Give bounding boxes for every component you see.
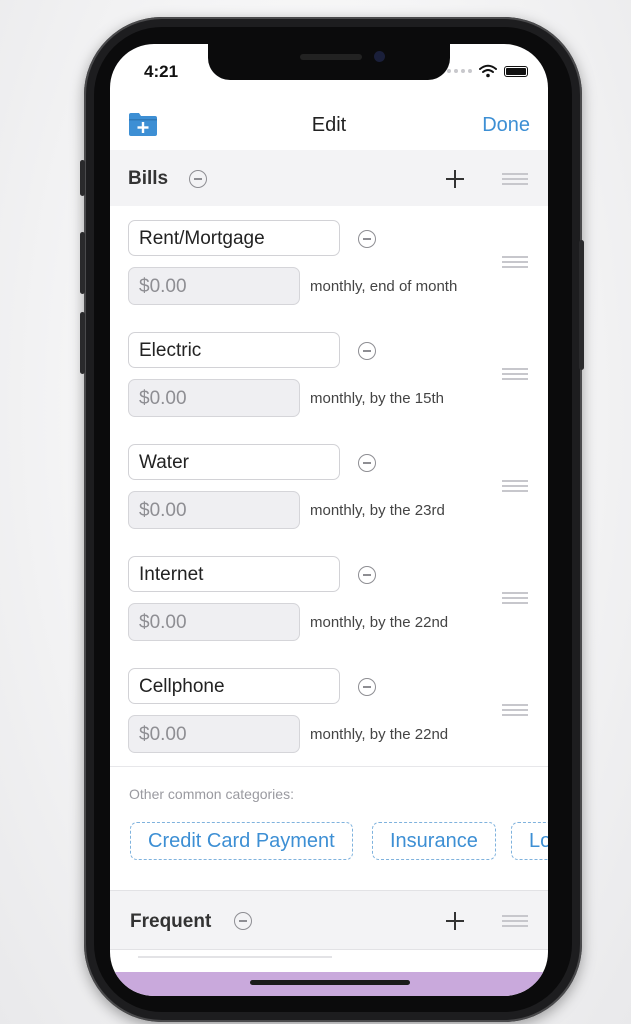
- bill-row: Water $0.00 monthly, by the 23rd: [110, 430, 548, 543]
- drag-handle-icon[interactable]: [502, 915, 528, 927]
- bill-name-input[interactable]: Electric: [128, 332, 340, 368]
- remove-section-icon[interactable]: [189, 170, 207, 188]
- section-title: Frequent: [130, 911, 212, 932]
- bill-row: Cellphone $0.00 monthly, by the 22nd: [110, 654, 548, 767]
- home-indicator[interactable]: [250, 980, 410, 985]
- silent-switch: [80, 160, 85, 196]
- volume-down-button: [80, 312, 85, 374]
- category-chip-insurance[interactable]: Insurance: [372, 822, 496, 860]
- bill-frequency[interactable]: monthly, end of month: [310, 278, 457, 295]
- bill-frequency[interactable]: monthly, by the 22nd: [310, 614, 448, 631]
- navigation-bar: Edit Done: [110, 102, 548, 148]
- signal-dots-icon: [447, 69, 472, 73]
- bill-amount-input[interactable]: $0.00: [128, 715, 300, 753]
- speaker: [300, 54, 362, 60]
- bill-name-input[interactable]: Water: [128, 444, 340, 480]
- drag-handle-icon[interactable]: [502, 480, 528, 492]
- add-bill-icon[interactable]: [446, 170, 464, 188]
- other-categories-label: Other common categories:: [129, 786, 294, 802]
- remove-bill-icon[interactable]: [358, 454, 376, 472]
- frequent-section-header: Frequent: [110, 890, 548, 950]
- remove-bill-icon[interactable]: [358, 342, 376, 360]
- bill-name-input[interactable]: Rent/Mortgage: [128, 220, 340, 256]
- remove-bill-icon[interactable]: [358, 678, 376, 696]
- add-frequent-icon[interactable]: [446, 912, 464, 930]
- bill-amount-input[interactable]: $0.00: [128, 379, 300, 417]
- remove-bill-icon[interactable]: [358, 230, 376, 248]
- bill-name-input[interactable]: Cellphone: [128, 668, 340, 704]
- bill-amount-input[interactable]: $0.00: [128, 603, 300, 641]
- camera: [374, 51, 385, 62]
- drag-handle-icon[interactable]: [502, 704, 528, 716]
- bill-amount-input[interactable]: $0.00: [128, 491, 300, 529]
- drag-handle-icon[interactable]: [502, 368, 528, 380]
- bill-row: Electric $0.00 monthly, by the 15th: [110, 318, 548, 431]
- category-chip-partial[interactable]: Lo: [511, 822, 548, 860]
- bill-frequency[interactable]: monthly, by the 15th: [310, 390, 444, 407]
- remove-bill-icon[interactable]: [358, 566, 376, 584]
- power-button: [579, 240, 584, 370]
- category-chip-credit-card-payment[interactable]: Credit Card Payment: [130, 822, 353, 860]
- bill-row: Rent/Mortgage $0.00 monthly, end of mont…: [110, 206, 548, 319]
- notch: [208, 44, 450, 80]
- status-indicators: [447, 64, 528, 78]
- bill-frequency[interactable]: monthly, by the 23rd: [310, 502, 445, 519]
- section-title: Bills: [128, 168, 169, 189]
- bill-amount-input[interactable]: $0.00: [128, 267, 300, 305]
- status-time: 4:21: [144, 62, 179, 81]
- bills-section-header: Bills: [110, 150, 548, 207]
- done-button[interactable]: Done: [482, 114, 530, 137]
- drag-handle-icon[interactable]: [502, 592, 528, 604]
- remove-section-icon[interactable]: [234, 912, 252, 930]
- battery-icon: [504, 65, 528, 77]
- bill-name-input[interactable]: Internet: [128, 556, 340, 592]
- row-divider: [138, 956, 332, 958]
- bill-row: Internet $0.00 monthly, by the 22nd: [110, 542, 548, 655]
- drag-handle-icon[interactable]: [502, 173, 528, 185]
- wifi-icon: [479, 64, 497, 78]
- volume-up-button: [80, 232, 85, 294]
- drag-handle-icon[interactable]: [502, 256, 528, 268]
- app-screen: 4:21 Edit Done Bills Rent/Mortgage $0.00…: [110, 44, 548, 996]
- bill-frequency[interactable]: monthly, by the 22nd: [310, 726, 448, 743]
